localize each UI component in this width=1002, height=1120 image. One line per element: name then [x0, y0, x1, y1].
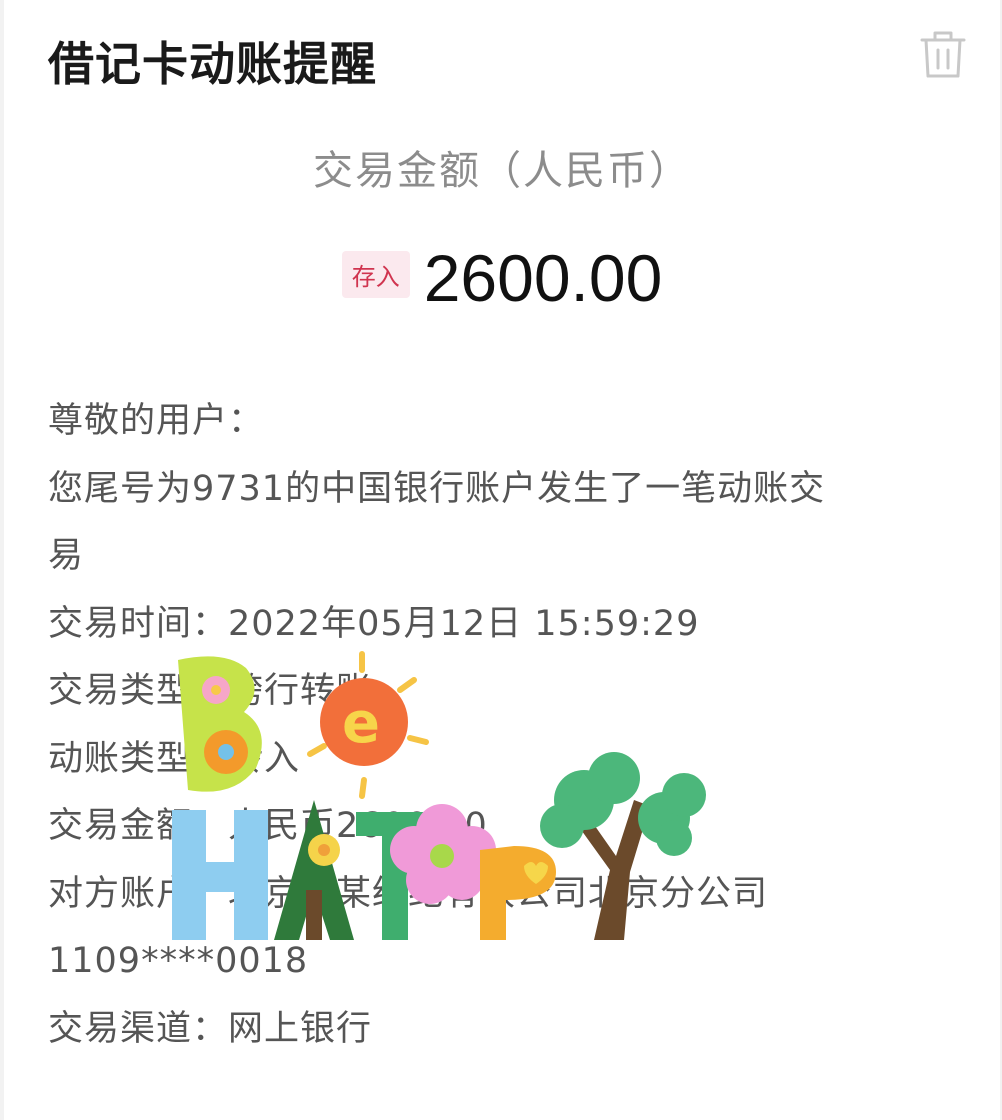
trash-icon[interactable] — [916, 26, 970, 80]
svg-text:e: e — [342, 691, 380, 756]
message-line-cont: 易 — [48, 536, 85, 576]
amount-label: 交易金额（人民币） — [313, 148, 691, 194]
notification-card: 借记卡动账提醒 交易金额（人民币） 存入 2600.00 尊敬的用户： 您尾号为… — [4, 0, 1000, 1120]
page-title: 借记卡动账提醒 — [48, 37, 377, 91]
transaction-time: 交易时间：2022年05月12日 15:59:29 — [48, 603, 700, 644]
greeting: 尊敬的用户： — [48, 401, 265, 441]
deposit-badge: 存入 — [341, 250, 410, 298]
transaction-amount: 2600.00 — [423, 241, 663, 315]
be-happy-sticker: e — [164, 650, 724, 950]
message-line: 您尾号为9731的中国银行账户发生了一笔动账交 — [48, 468, 826, 509]
transaction-channel: 交易渠道：网上银行 — [48, 1008, 373, 1049]
amount-row: 存入 2600.00 — [4, 240, 1000, 316]
